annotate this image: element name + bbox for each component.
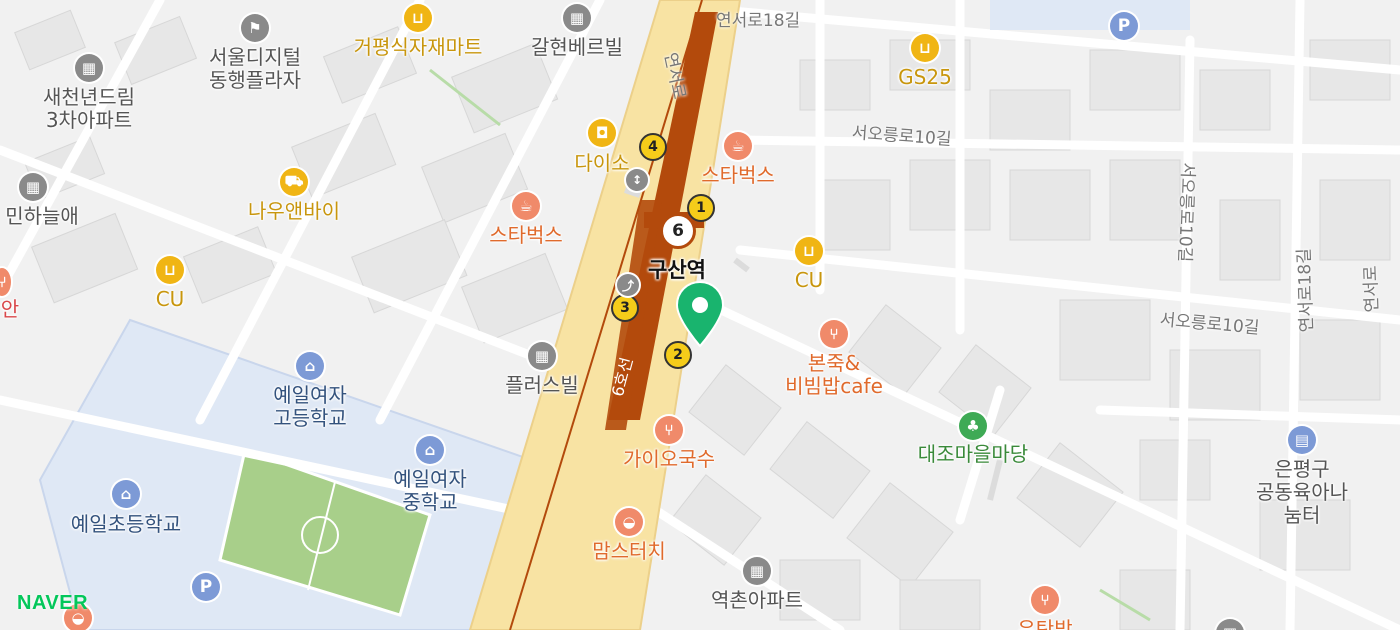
road-label-partial-right: 연서로 <box>1360 265 1383 313</box>
fork-knife-icon[interactable]: ⑂ <box>655 416 683 444</box>
poi-label-seoul-digital[interactable]: 서울디지털 동행플라자 <box>209 46 301 92</box>
poi-label-gs25[interactable]: GS25 <box>898 66 952 89</box>
poi-label-text: 예일여자 중학교 <box>393 467 467 514</box>
building-icon[interactable]: ▦ <box>563 4 591 32</box>
cup-icon[interactable]: ☕ <box>724 132 752 160</box>
library-icon[interactable]: ▤ <box>1288 426 1316 454</box>
poi-label-cu-right[interactable]: CU <box>795 269 824 292</box>
building-icon[interactable]: ▦ <box>75 54 103 82</box>
poi-label-geopyeong[interactable]: 거평식자재마트 <box>354 36 483 59</box>
road-label-seooreungro-10gil-vertical: 서오릉로10길 <box>1174 162 1198 263</box>
bag-icon[interactable]: ◘ <box>588 119 616 147</box>
station-exit-4[interactable]: 4 <box>639 133 667 161</box>
poi-label-bonjuk[interactable]: 본죽& 비빔밥cafe <box>785 352 883 398</box>
basket-icon[interactable]: ⊔ <box>911 34 939 62</box>
building-icon[interactable]: ▦ <box>528 342 556 370</box>
map-view[interactable]: 연서로 연서로18길 서오릉로10길 서오릉로10길 서오릉로10길 연서로18… <box>0 0 1400 630</box>
tree-icon[interactable]: ♣ <box>959 412 987 440</box>
poi-label-momstouch[interactable]: 맘스터치 <box>592 540 666 563</box>
poi-label-cu-left[interactable]: CU <box>156 288 185 311</box>
station-name-label[interactable]: 구산역 <box>648 258 706 282</box>
poi-label-eunpyeong[interactable]: 은평구 공동육아나눔터 <box>1253 458 1351 527</box>
school-icon[interactable]: ⌂ <box>296 352 324 380</box>
basket-icon[interactable]: ⊔ <box>156 256 184 284</box>
fork-knife-icon[interactable]: ⑂ <box>1031 586 1059 614</box>
poi-label-daiso[interactable]: 다이소 <box>574 152 629 175</box>
poi-label-text: 예일여자 고등학교 <box>273 383 347 430</box>
escalator-icon: ⤴ <box>617 274 639 296</box>
school-icon[interactable]: ⌂ <box>112 480 140 508</box>
poi-label-yeokchon[interactable]: 역촌아파트 <box>711 589 803 612</box>
parking-icon[interactable]: P <box>192 573 220 601</box>
poi-label-text: 은평구 공동육아나눔터 <box>1256 457 1348 527</box>
building-icon[interactable]: ▦ <box>743 557 771 585</box>
subway-line-badge[interactable]: 6 <box>660 213 696 249</box>
poi-label-starbucks-right[interactable]: 스타벅스 <box>701 164 775 187</box>
poi-label-minhaneulae[interactable]: 민하늘애 <box>5 205 79 228</box>
map-pin-icon[interactable] <box>675 280 725 350</box>
station-exit-1[interactable]: 1 <box>687 194 715 222</box>
poi-label-text: 본죽& 비빔밥cafe <box>785 351 883 398</box>
basket-icon[interactable]: ⊔ <box>795 237 823 265</box>
school-icon[interactable]: ⌂ <box>416 436 444 464</box>
cart-icon[interactable]: ⛟ <box>280 168 308 196</box>
burger-icon[interactable]: ◒ <box>615 508 643 536</box>
road-label-yeonseoro-18gil-top: 연서로18길 <box>716 11 801 31</box>
poi-label-partial-left[interactable]: 안 <box>1 298 19 321</box>
cup-icon[interactable]: ☕ <box>512 192 540 220</box>
fork-knife-icon[interactable]: ⑂ <box>820 320 848 348</box>
poi-label-yeil-middle[interactable]: 예일여자 중학교 <box>393 468 467 514</box>
poi-label-plusville[interactable]: 플러스빌 <box>505 374 579 397</box>
poi-label-saecheonnyeon[interactable]: 새천년드림 3차아파트 <box>43 86 135 132</box>
poi-label-partial-bottom[interactable]: 유탄방 <box>1017 618 1072 630</box>
naver-logo: NAVER <box>17 592 89 614</box>
road-label-yeonseoro-18gil-vertical: 연서로18길 <box>1294 247 1318 333</box>
poi-label-yeil-elem[interactable]: 예일초등학교 <box>71 513 181 536</box>
poi-label-yeil-high[interactable]: 예일여자 고등학교 <box>273 384 347 430</box>
poi-label-galhyeon[interactable]: 갈현베르빌 <box>531 36 623 59</box>
poi-label-starbucks-left[interactable]: 스타벅스 <box>489 224 563 247</box>
poi-label-text: 서울디지털 동행플라자 <box>209 45 301 92</box>
flag-icon[interactable]: ⚑ <box>241 14 269 42</box>
building-icon[interactable]: ▦ <box>19 173 47 201</box>
poi-label-text: 새천년드림 3차아파트 <box>43 85 135 132</box>
parking-icon[interactable]: P <box>1110 12 1138 40</box>
poi-label-nauandbuy[interactable]: 나우앤바이 <box>248 200 340 223</box>
station-exit-3[interactable]: 3 <box>611 294 639 322</box>
poi-label-gaio[interactable]: 가이오국수 <box>623 448 715 471</box>
basket-icon[interactable]: ⊔ <box>404 4 432 32</box>
poi-label-daejo-madang[interactable]: 대조마을마당 <box>918 443 1028 466</box>
